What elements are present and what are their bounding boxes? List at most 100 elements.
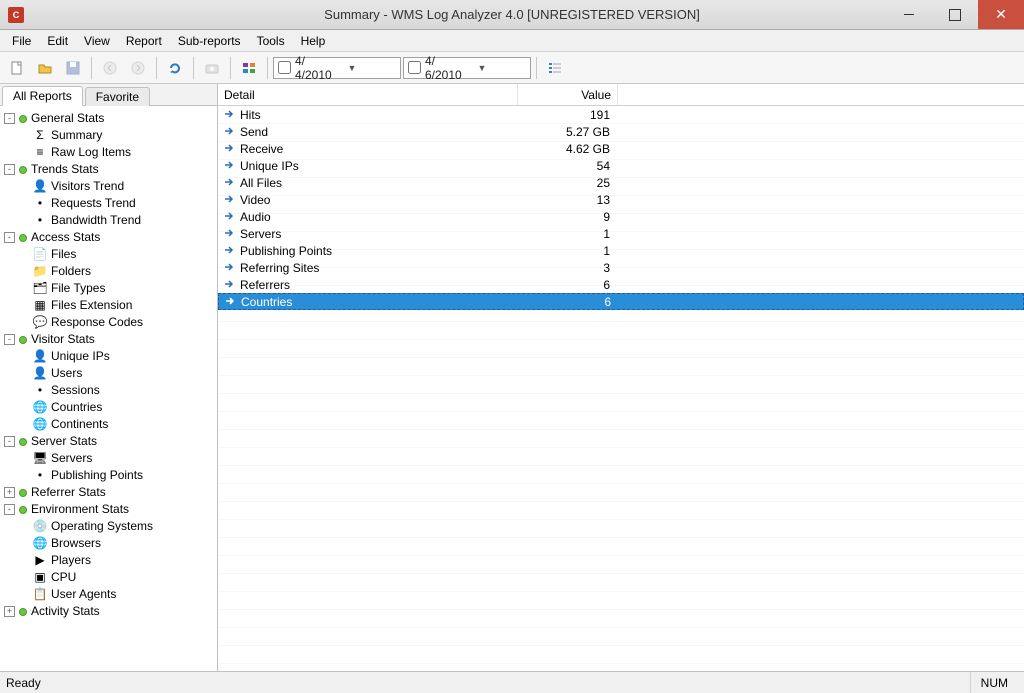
menubar: File Edit View Report Sub-reports Tools … [0, 30, 1024, 52]
tree-item[interactable]: 🌐Countries [18, 399, 215, 416]
tree-category-trends[interactable]: -Trends Stats [4, 161, 215, 178]
list-row[interactable]: Countries6 [218, 293, 1024, 310]
close-button[interactable]: ✕ [978, 0, 1024, 29]
window-title: Summary - WMS Log Analyzer 4.0 [UNREGIST… [0, 7, 1024, 22]
expand-icon[interactable]: + [4, 606, 15, 617]
expand-icon[interactable]: - [4, 232, 15, 243]
maximize-button[interactable] [932, 0, 978, 29]
save-button[interactable] [60, 55, 86, 81]
list-row[interactable]: All Files25 [218, 174, 1024, 191]
menu-help[interactable]: Help [293, 32, 334, 50]
item-label: Files Extension [51, 297, 132, 314]
row-detail: Publishing Points [240, 244, 332, 258]
item-label: Sessions [51, 382, 100, 399]
tree-item[interactable]: •Sessions [18, 382, 215, 399]
expand-icon[interactable]: - [4, 436, 15, 447]
tree-category-referrer[interactable]: +Referrer Stats [4, 484, 215, 501]
chevron-down-icon: ▼ [478, 63, 527, 73]
expand-icon[interactable]: - [4, 113, 15, 124]
list-row[interactable]: Receive4.62 GB [218, 140, 1024, 157]
capture-button[interactable] [199, 55, 225, 81]
menu-view[interactable]: View [76, 32, 118, 50]
tree-item[interactable]: 📁Folders [18, 263, 215, 280]
tree-item[interactable]: 📋User Agents [18, 586, 215, 603]
item-label: Players [51, 552, 91, 569]
category-label: Server Stats [31, 433, 97, 450]
expand-icon[interactable]: - [4, 504, 15, 515]
item-icon: Σ [33, 129, 47, 143]
column-detail[interactable]: Detail [218, 84, 518, 105]
menu-report[interactable]: Report [118, 32, 170, 50]
item-label: Users [51, 365, 82, 382]
sidebar-tabs: All Reports Favorite [0, 84, 217, 106]
view-mode-button[interactable] [236, 55, 262, 81]
item-icon: 📁 [33, 265, 47, 279]
row-detail: Hits [240, 108, 261, 122]
list-row[interactable]: Send5.27 GB [218, 123, 1024, 140]
tree-item[interactable]: 🖥Servers [18, 450, 215, 467]
tree-item[interactable]: •Publishing Points [18, 467, 215, 484]
refresh-button[interactable] [162, 55, 188, 81]
item-icon: • [33, 469, 47, 483]
tree-item[interactable]: 🌐Continents [18, 416, 215, 433]
list-row[interactable]: Audio9 [218, 208, 1024, 225]
list-body[interactable]: Hits191Send5.27 GBReceive4.62 GBUnique I… [218, 106, 1024, 671]
row-detail: Send [240, 125, 268, 139]
item-icon: 👤 [33, 367, 47, 381]
expand-icon[interactable]: - [4, 334, 15, 345]
date-to-checkbox[interactable] [408, 61, 421, 74]
list-row[interactable]: Video13 [218, 191, 1024, 208]
new-button[interactable] [4, 55, 30, 81]
tree-item[interactable]: 👤Visitors Trend [18, 178, 215, 195]
tree-item[interactable]: ▶Players [18, 552, 215, 569]
minimize-button[interactable] [886, 0, 932, 29]
tree-category-activity[interactable]: +Activity Stats [4, 603, 215, 620]
tree-item[interactable]: ΣSummary [18, 127, 215, 144]
date-from-value: 4/ 4/2010 [295, 54, 344, 82]
tree-item[interactable]: ▦Files Extension [18, 297, 215, 314]
date-from-checkbox[interactable] [278, 61, 291, 74]
list-row[interactable]: Publishing Points1 [218, 242, 1024, 259]
list-row[interactable]: Referrers6 [218, 276, 1024, 293]
date-to-picker[interactable]: 4/ 6/2010 ▼ [403, 57, 531, 79]
tree-item[interactable]: 🗂File Types [18, 280, 215, 297]
arrow-icon [224, 193, 234, 207]
tree-item[interactable]: 👤 Users [18, 365, 215, 382]
tree-category-access[interactable]: -Access Stats [4, 229, 215, 246]
tree-item[interactable]: 💿Operating Systems [18, 518, 215, 535]
tree-category-general[interactable]: -General Stats [4, 110, 215, 127]
forward-button[interactable] [125, 55, 151, 81]
open-button[interactable] [32, 55, 58, 81]
tree-item[interactable]: ▣CPU [18, 569, 215, 586]
back-button[interactable] [97, 55, 123, 81]
report-tree[interactable]: -General StatsΣSummary≡Raw Log Items-Tre… [0, 106, 217, 671]
tree-item[interactable]: •Bandwidth Trend [18, 212, 215, 229]
tree-item[interactable]: 👤Unique IPs [18, 348, 215, 365]
menu-subreports[interactable]: Sub-reports [170, 32, 249, 50]
list-row[interactable]: Referring Sites3 [218, 259, 1024, 276]
tree-item[interactable]: ≡Raw Log Items [18, 144, 215, 161]
titlebar: C Summary - WMS Log Analyzer 4.0 [UNREGI… [0, 0, 1024, 30]
column-value[interactable]: Value [518, 84, 618, 105]
menu-tools[interactable]: Tools [249, 32, 293, 50]
list-row[interactable]: Hits191 [218, 106, 1024, 123]
tree-category-visitor[interactable]: -Visitor Stats [4, 331, 215, 348]
tree-item[interactable]: 🌐Browsers [18, 535, 215, 552]
tree-category-server[interactable]: - Server Stats [4, 433, 215, 450]
list-config-button[interactable] [542, 55, 568, 81]
tree-category-env[interactable]: -Environment Stats [4, 501, 215, 518]
item-icon: • [33, 197, 47, 211]
menu-edit[interactable]: Edit [39, 32, 76, 50]
tab-all-reports[interactable]: All Reports [2, 86, 83, 106]
date-from-picker[interactable]: 4/ 4/2010 ▼ [273, 57, 401, 79]
left-panel: All Reports Favorite -General StatsΣSumm… [0, 84, 218, 671]
menu-file[interactable]: File [4, 32, 39, 50]
tree-item[interactable]: •Requests Trend [18, 195, 215, 212]
tab-favorite[interactable]: Favorite [85, 87, 150, 106]
list-row[interactable]: Unique IPs54 [218, 157, 1024, 174]
tree-item[interactable]: 💬Response Codes [18, 314, 215, 331]
expand-icon[interactable]: - [4, 164, 15, 175]
list-row[interactable]: Servers1 [218, 225, 1024, 242]
expand-icon[interactable]: + [4, 487, 15, 498]
tree-item[interactable]: 📄Files [18, 246, 215, 263]
